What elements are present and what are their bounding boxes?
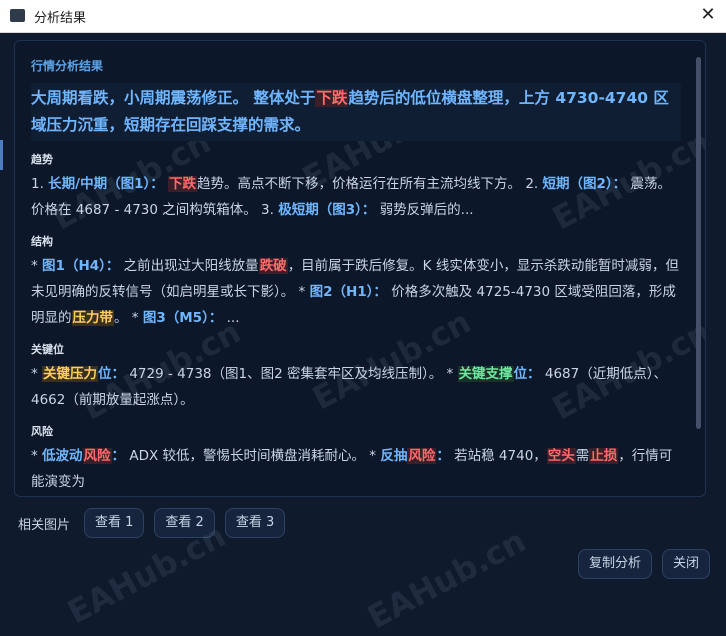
scrollbar[interactable] <box>696 57 701 429</box>
analysis-content: 行情分析结果 大周期看跌，小周期震荡修正。 整体处于下跌趋势后的低位横盘整理，上… <box>31 57 681 495</box>
trend-label: 趋势 <box>31 153 53 166</box>
bearish-highlight: 下跌 <box>315 89 349 107</box>
view-image-1-button[interactable]: 查看 1 <box>84 508 145 538</box>
analysis-panel: EAHub.cn EAHub.cn EAHub.cn EAHub.cn EAHu… <box>14 40 706 497</box>
section-title: 行情分析结果 <box>31 59 104 73</box>
background-window-edge <box>0 140 3 170</box>
copy-analysis-button[interactable]: 复制分析 <box>577 549 652 579</box>
structure-text: * 图1（H4）： 之前出现过大阳线放量跌破，目前属于跌后修复。K 线实体变小，… <box>31 258 679 326</box>
trend-text: 1. 长期/中期（图1）： 下跌趋势。高点不断下移，价格运行在所有主流均线下方。… <box>31 176 671 218</box>
view-image-3-button[interactable]: 查看 3 <box>224 508 286 538</box>
action-buttons: 复制分析 关闭 <box>577 549 710 579</box>
watermark: EAHub.cn <box>361 521 532 636</box>
related-images-row: 相关图片 查看 1 查看 2 查看 3 <box>18 508 286 538</box>
risk-label: 风险 <box>31 425 53 438</box>
view-image-2-button[interactable]: 查看 2 <box>154 508 215 538</box>
key-level-text: * 关键压力位： 4729 - 4738（图1、图2 密集套牢区及均线压制）。 … <box>31 366 667 408</box>
structure-label: 结构 <box>31 235 53 248</box>
key-level-label: 关键位 <box>31 343 64 356</box>
close-button[interactable]: 关闭 <box>661 549 710 579</box>
title-bar: 分析结果 ✕ <box>0 0 726 33</box>
window-title: 分析结果 <box>34 11 87 26</box>
app-icon <box>10 9 25 22</box>
close-icon[interactable]: ✕ <box>690 0 726 32</box>
risk-text: * 低波动风险： ADX 较低，警惕长时间横盘消耗耐心。 * 反抽风险： 若站稳… <box>31 448 673 490</box>
related-images-label: 相关图片 <box>18 517 71 533</box>
summary-headline: 大周期看跌，小周期震荡修正。 整体处于下跌趋势后的低位横盘整理，上方 4730-… <box>31 83 681 141</box>
